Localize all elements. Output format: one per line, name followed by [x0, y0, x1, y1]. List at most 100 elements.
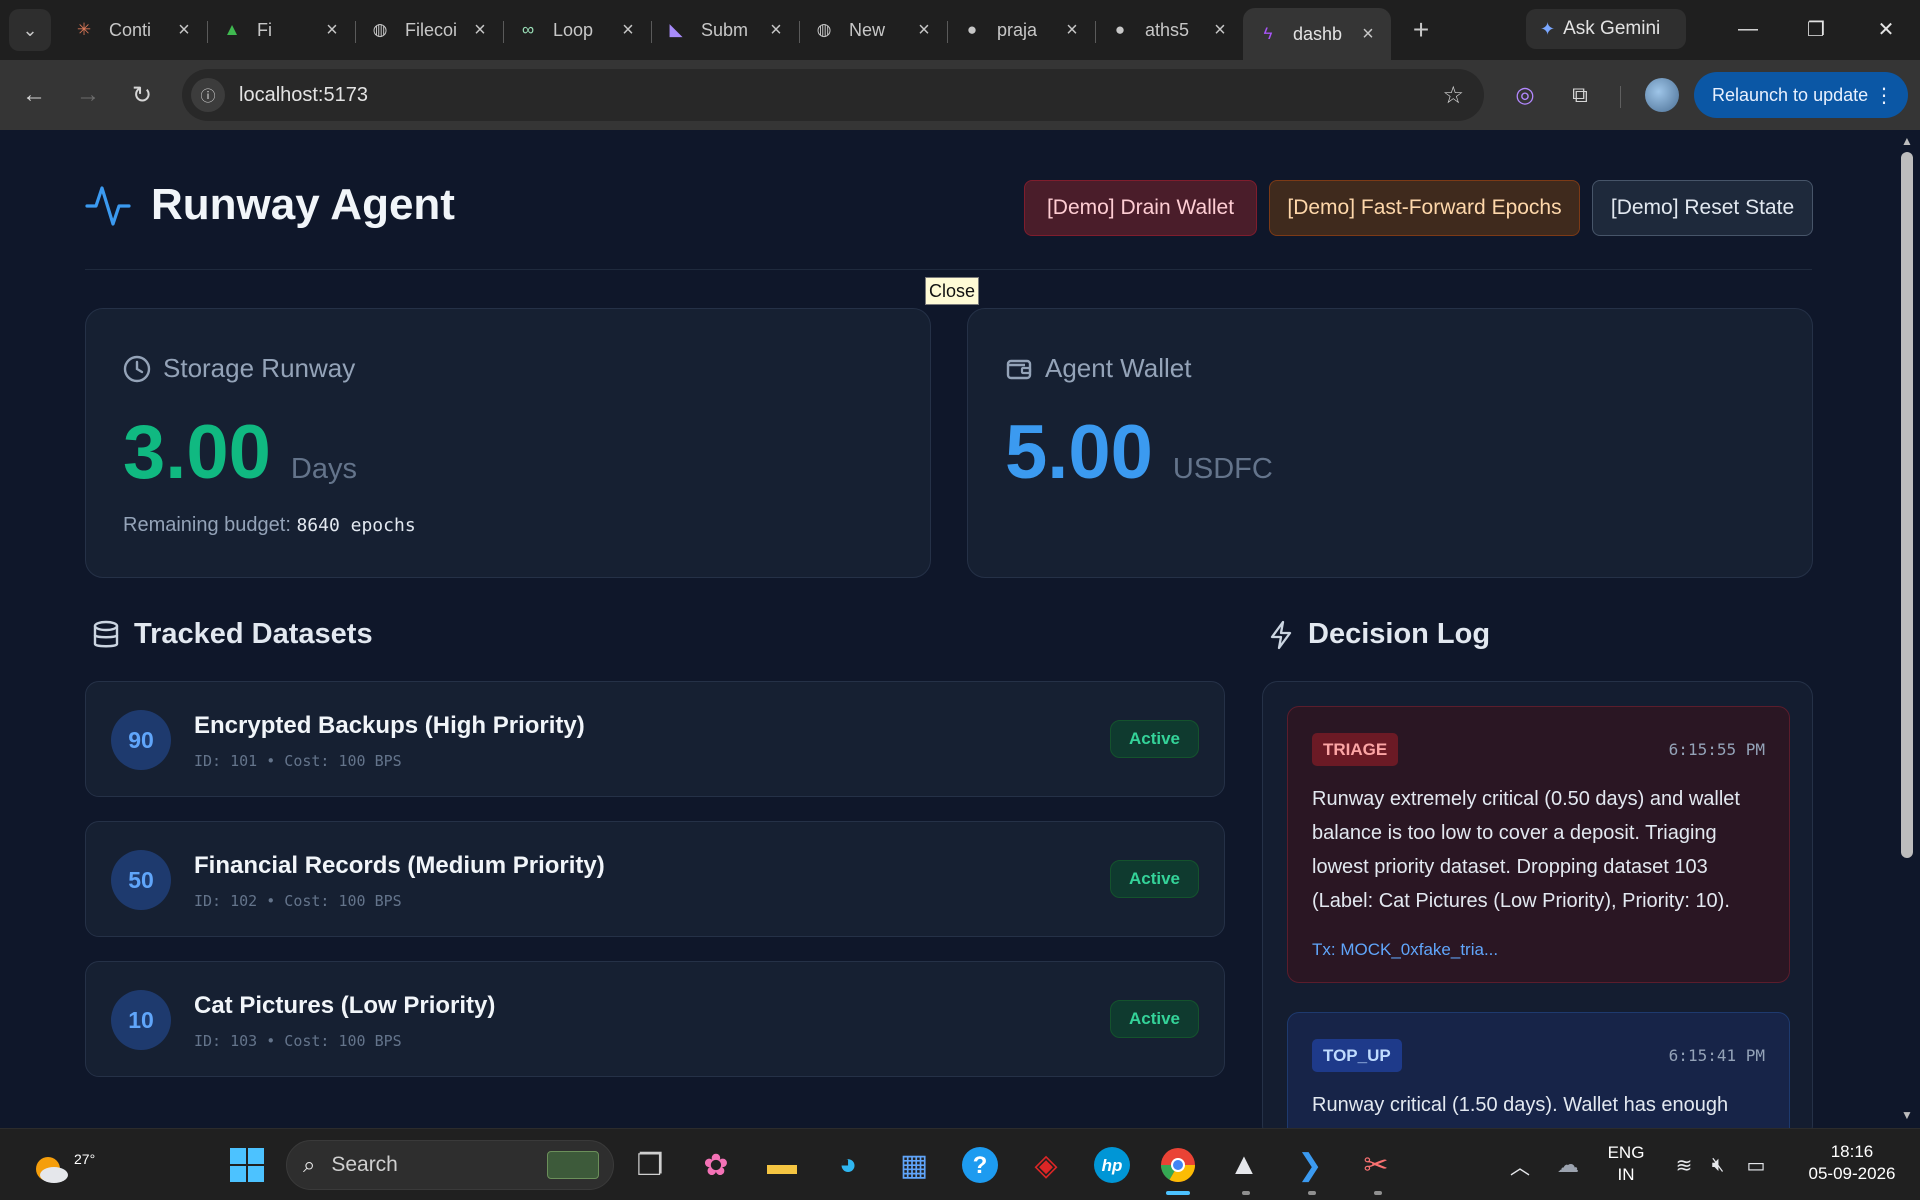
url-text: localhost:5173 [239, 83, 368, 106]
puzzle-icon[interactable]: ⧉ [1563, 78, 1597, 112]
restore-button[interactable]: ❐ [1786, 0, 1846, 58]
bookmark-star-icon[interactable]: ☆ [1442, 81, 1464, 110]
globe-icon: ◍ [372, 20, 388, 39]
vscode-icon[interactable]: ❯ [1286, 1141, 1334, 1189]
scroll-thumb[interactable] [1901, 152, 1913, 858]
agent-wallet-card: Agent Wallet 5.00 USDFC [967, 308, 1813, 578]
scroll-up-icon[interactable]: ▲ [1900, 134, 1914, 148]
clock[interactable]: 18:16 05-09-2026 [1792, 1141, 1912, 1185]
lightning-icon [1270, 620, 1292, 649]
fast-forward-epochs-button[interactable]: [Demo] Fast-Forward Epochs [1269, 180, 1580, 236]
mcafee-icon[interactable]: ◈ [1022, 1141, 1070, 1189]
tab-title: dashb [1293, 23, 1343, 44]
app-indicator [1308, 1191, 1316, 1195]
reset-state-button[interactable]: [Demo] Reset State [1592, 180, 1813, 236]
address-bar[interactable]: ⓘ localhost:5173 ☆ [182, 69, 1484, 121]
reload-button[interactable]: ↻ [122, 75, 162, 115]
start-button[interactable] [223, 1141, 271, 1189]
show-hidden-icons[interactable]: ︿ [1496, 1141, 1544, 1189]
close-tooltip: Close [925, 277, 980, 305]
loop-icon: ∞ [521, 20, 535, 39]
help-icon[interactable]: ? [956, 1141, 1004, 1189]
close-icon[interactable]: × [765, 19, 787, 41]
store-icon[interactable]: ▦ [890, 1141, 938, 1189]
tx-link[interactable]: Tx: MOCK_0xfake_tria... [1312, 940, 1498, 960]
clock-icon [123, 355, 151, 382]
browser-tab[interactable]: ● aths5 × [1095, 6, 1243, 54]
onedrive-icon[interactable]: ☁ [1544, 1141, 1592, 1189]
page-scrollbar[interactable]: ▲ ▼ [1894, 130, 1920, 1128]
ask-gemini-button[interactable]: ✦ Ask Gemini [1526, 9, 1686, 49]
browser-tab[interactable]: ◍ Filecoi × [355, 6, 503, 54]
browser-tab[interactable]: ∞ Loop × [503, 6, 651, 54]
dataset-row[interactable]: 50 Financial Records (Medium Priority) I… [85, 821, 1225, 937]
windows-icon [230, 1148, 264, 1182]
search-label: Search [331, 1153, 398, 1176]
browser-tab[interactable]: ▲ Fi × [207, 6, 355, 54]
wallet-number: 5.00 [1005, 410, 1153, 495]
arc-icon[interactable]: ▲ [1220, 1141, 1268, 1189]
dataset-name: Encrypted Backups (High Priority) [194, 712, 585, 739]
svg-text:?: ? [973, 1152, 988, 1179]
tab-title: Conti [109, 19, 152, 40]
profile-avatar[interactable] [1645, 78, 1679, 112]
decision-log-panel[interactable]: TRIAGE 6:15:55 PM Runway extremely criti… [1262, 681, 1813, 1128]
close-icon[interactable]: × [1209, 19, 1231, 41]
scroll-down-icon[interactable]: ▼ [1900, 1108, 1914, 1122]
tab-search-button[interactable]: ⌄ [9, 9, 51, 51]
close-icon[interactable]: × [617, 19, 639, 41]
log-text: Runway critical (1.50 days). Wallet has … [1312, 1094, 1729, 1116]
hp-icon[interactable]: hp [1088, 1141, 1136, 1189]
help-circle-icon: ? [962, 1147, 998, 1183]
task-view-icon[interactable]: ❐ [626, 1141, 674, 1189]
close-window-button[interactable]: ✕ [1856, 0, 1916, 58]
dataset-row[interactable]: 10 Cat Pictures (Low Priority) ID: 103 •… [85, 961, 1225, 1077]
log-time: 6:15:55 PM [1668, 740, 1765, 759]
weather-widget[interactable]: 27° [28, 1143, 95, 1189]
close-icon[interactable]: × [321, 19, 343, 41]
close-icon[interactable]: × [1061, 19, 1083, 41]
close-icon[interactable]: × [469, 19, 491, 41]
forward-button[interactable]: → [68, 75, 108, 115]
browser-tab-active[interactable]: ϟ dashb × [1243, 8, 1391, 60]
edge-icon[interactable]: ◕ [824, 1141, 872, 1189]
dataset-row[interactable]: 90 Encrypted Backups (High Priority) ID:… [85, 681, 1225, 797]
chrome-icon[interactable] [1154, 1141, 1202, 1189]
copilot-icon[interactable]: ✿ [692, 1141, 740, 1189]
tab-title: aths5 [1145, 19, 1190, 40]
log-tag: TRIAGE [1312, 733, 1399, 766]
browser-tab[interactable]: ✳ Conti × [59, 6, 207, 54]
taskbar-search[interactable]: ⌕ Search [286, 1140, 614, 1190]
globe-icon: ◍ [816, 20, 832, 39]
close-icon[interactable]: × [1357, 23, 1379, 45]
log-entry: TRIAGE 6:15:55 PM Runway extremely criti… [1287, 706, 1790, 983]
site-info-icon[interactable]: ⓘ [191, 78, 225, 112]
browser-tab[interactable]: ◣ Subm × [651, 6, 799, 54]
drain-wallet-button[interactable]: [Demo] Drain Wallet [1024, 180, 1257, 236]
search-highlight-icon [547, 1151, 599, 1179]
browser-tab[interactable]: ◍ New × [799, 6, 947, 54]
runway-value: 3.00 Days [123, 409, 357, 496]
relaunch-button[interactable]: Relaunch to update ⋮ [1694, 72, 1908, 118]
new-tab-button[interactable]: + [1401, 10, 1441, 50]
app-header: Runway Agent [Demo] Drain Wallet [Demo] … [85, 130, 1813, 270]
language-indicator[interactable]: ENG IN [1604, 1142, 1648, 1186]
minimize-button[interactable]: — [1718, 0, 1778, 58]
clock-date: 05-09-2026 [1808, 1164, 1896, 1183]
clock-time: 18:16 [1830, 1142, 1874, 1161]
back-button[interactable]: ← [14, 75, 54, 115]
card-title: Storage Runway [163, 353, 356, 383]
card-header: Agent Wallet [1005, 353, 1191, 384]
close-icon[interactable]: × [913, 19, 935, 41]
browser-toolbar: ← → ↻ ⓘ localhost:5173 ☆ ◎ ⧉ Relaunch to… [0, 60, 1920, 130]
reload-icon: ↻ [131, 81, 153, 109]
snipping-tool-icon[interactable]: ✂ [1352, 1141, 1400, 1189]
battery-icon[interactable]: ▭ [1732, 1141, 1780, 1189]
wallet-unit: USDFC [1172, 453, 1273, 485]
close-icon[interactable]: × [173, 19, 195, 41]
hp-logo-icon: hp [1094, 1147, 1130, 1183]
extension-icon[interactable]: ◎ [1508, 78, 1542, 112]
browser-tab[interactable]: ● praja × [947, 6, 1095, 54]
svg-text:hp: hp [1102, 1156, 1123, 1175]
file-explorer-icon[interactable]: ▬ [758, 1141, 806, 1189]
